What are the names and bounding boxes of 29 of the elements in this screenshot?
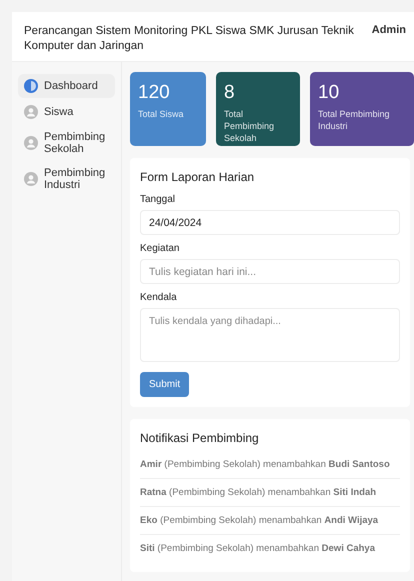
sidebar-item[interactable]: Dashboard (18, 74, 115, 98)
dashboard-icon (24, 79, 38, 93)
field-label: Kegiatan (140, 243, 180, 254)
stat-label: Total Pembimbing Industri (318, 108, 391, 132)
stat-label: Total Pembimbing Sekolah (224, 108, 276, 144)
form-title: Form Laporan Harian (140, 170, 256, 184)
stat-value: 120 (138, 82, 171, 104)
sidebar-item[interactable]: Siswa (18, 100, 115, 124)
user-icon (24, 136, 38, 150)
field-label: Tanggal (140, 194, 176, 205)
user-icon (24, 105, 38, 119)
stat-label: Total Siswa (138, 108, 185, 120)
text-area[interactable]: Tulis kendala yang dihadapi... (140, 308, 400, 362)
sidebar-item[interactable]: Pembimbing Sekolah (18, 126, 115, 160)
notification-item: Amir (Pembimbing Sekolah) menambahkan Budi Santoso (140, 451, 400, 479)
user-icon (24, 172, 38, 186)
notification-title: Notifikasi Pembimbing (140, 431, 260, 445)
notification-item: Siti (Pembimbing Sekolah) menambahkan Dewi Cahya (140, 542, 376, 556)
notification-item: Ratna (Pembimbing Sekolah) menambahkan Siti Indah (140, 479, 400, 507)
notification-item: Eko (Pembimbing Sekolah) menambahkan Andi Wijaya (140, 507, 400, 535)
submit-button[interactable]: Submit (140, 372, 190, 397)
stat-value: 8 (224, 82, 236, 104)
page-title: Perancangan Sistem Monitoring PKL Siswa SMK Jurusan Teknik Komputer dan Jaringan (24, 24, 354, 54)
stat-value: 10 (318, 82, 340, 104)
input-field[interactable]: Tulis kegiatan hari ini... (140, 259, 400, 284)
field-label: Kendala (140, 292, 178, 303)
input-field[interactable]: 24/04/2024 (140, 210, 400, 235)
sidebar-item[interactable]: Pembimbing Industri (18, 162, 115, 196)
user-label[interactable]: Admin (372, 24, 406, 36)
